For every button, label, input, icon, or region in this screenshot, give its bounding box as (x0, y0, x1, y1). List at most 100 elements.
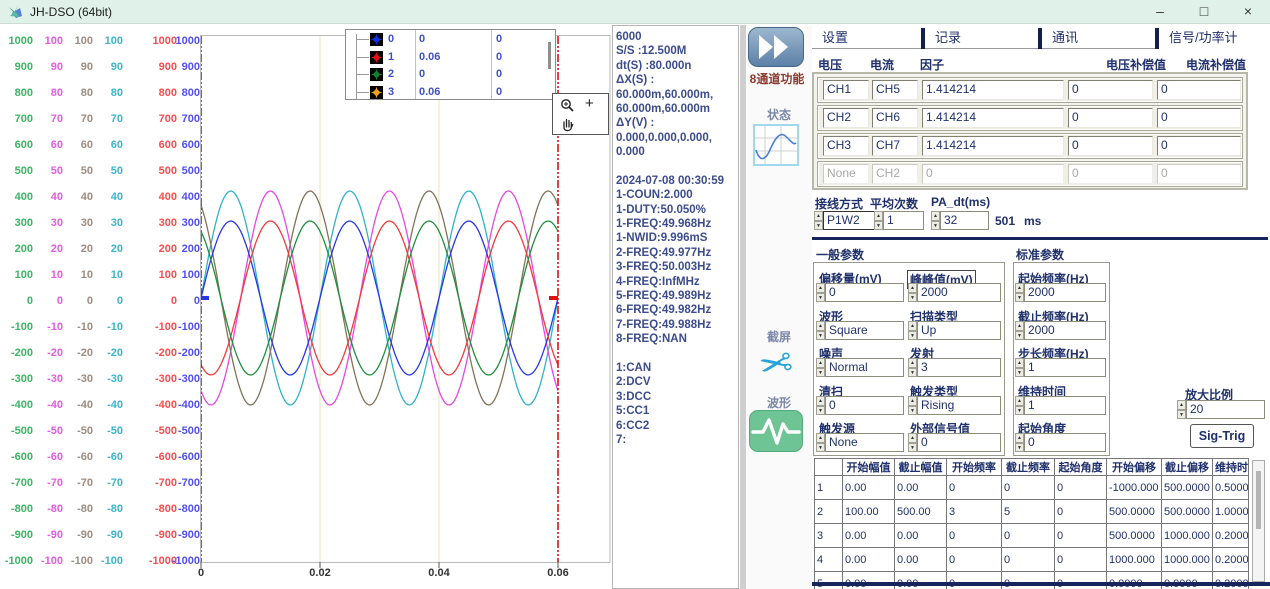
waveform-generator-icon[interactable] (749, 410, 803, 452)
current-channel-select[interactable]: CH7 (872, 136, 918, 156)
sweep-table-cell[interactable]: 1 (815, 476, 843, 500)
gen-param-spinner-2[interactable]: ▲▼Square (816, 321, 904, 340)
gen-param-spinner-1-arrows[interactable]: ▲▼ (908, 283, 917, 302)
gen-param-spinner-6-arrows[interactable]: ▲▼ (816, 396, 825, 415)
tab-1[interactable]: 设置 (812, 28, 921, 49)
pa-dt-spinner-value[interactable]: 32 (940, 211, 989, 230)
factor-field[interactable]: 0 (922, 164, 1064, 184)
voltage-comp-field[interactable]: 0 (1068, 108, 1153, 128)
gen-param-spinner-7-value[interactable]: Rising (917, 396, 1001, 415)
gen-param-spinner-7-arrows[interactable]: ▲▼ (908, 396, 917, 415)
sweep-table-cell[interactable]: 0 (1055, 476, 1107, 500)
cursor-legend[interactable]: 00010.06020030.0604 (345, 29, 556, 100)
sweep-table-cell[interactable]: 500.0000 (1107, 500, 1162, 524)
average-count-spinner-arrows[interactable]: ▲▼ (874, 211, 883, 230)
sweep-table-cell[interactable]: 0.5000 (1213, 476, 1249, 500)
sweep-table-cell[interactable]: 500.0000 (1162, 500, 1213, 524)
gen-param-spinner-8-value[interactable]: None (825, 433, 904, 452)
voltage-comp-field[interactable]: 0 (1068, 164, 1153, 184)
gen-param-spinner-9-arrows[interactable]: ▲▼ (908, 433, 917, 452)
std-param-spinner-2-arrows[interactable]: ▲▼ (1015, 358, 1024, 377)
gen-param-spinner-1-value[interactable]: 2000 (917, 283, 1001, 302)
std-param-spinner-4-arrows[interactable]: ▲▼ (1015, 433, 1024, 452)
pa-dt-spinner[interactable]: ▲▼32 (931, 211, 989, 230)
zoom-plus-icon[interactable]: + (585, 95, 594, 112)
tab-3[interactable]: 通讯 (1042, 28, 1155, 49)
tab-4[interactable]: 信号/功率计 (1159, 28, 1270, 49)
gen-param-spinner-0[interactable]: ▲▼0 (816, 283, 904, 302)
voltage-channel-select[interactable]: CH1 (823, 80, 869, 100)
gen-param-spinner-3-arrows[interactable]: ▲▼ (908, 321, 917, 340)
sweep-table-cell[interactable]: 0.00 (843, 548, 895, 572)
std-param-spinner-3-arrows[interactable]: ▲▼ (1015, 396, 1024, 415)
sweep-table-cell[interactable]: 3 (947, 500, 1002, 524)
current-comp-field[interactable]: 0 (1157, 164, 1241, 184)
table-scrollbar[interactable] (1252, 460, 1265, 582)
gen-param-spinner-4-arrows[interactable]: ▲▼ (816, 358, 825, 377)
sweep-table-cell[interactable]: 0.0000 (1107, 572, 1162, 589)
wiring-mode-spinner[interactable]: ▲▼P1W2 (814, 211, 876, 230)
sweep-table-cell[interactable]: 500.0000 (1162, 476, 1213, 500)
close-button[interactable]: × (1226, 0, 1270, 24)
sweep-table-cell[interactable]: 500.00 (895, 500, 947, 524)
voltage-channel-select[interactable]: CH3 (823, 136, 869, 156)
current-comp-field[interactable]: 0 (1157, 108, 1241, 128)
sweep-table-cell[interactable]: 0.00 (843, 572, 895, 589)
current-channel-select[interactable]: CH6 (872, 108, 918, 128)
current-channel-select[interactable]: CH2 (872, 164, 918, 184)
cursor-marker-icon[interactable] (370, 33, 383, 46)
current-comp-field[interactable]: 0 (1157, 80, 1241, 100)
average-count-spinner-value[interactable]: 1 (883, 211, 924, 230)
sweep-table-cell[interactable]: 0 (947, 524, 1002, 548)
sweep-table-cell[interactable]: 0.0000 (1162, 572, 1213, 589)
cursor-marker-icon[interactable] (370, 68, 383, 81)
gen-param-spinner-0-arrows[interactable]: ▲▼ (816, 283, 825, 302)
gen-param-spinner-9-value[interactable]: 0 (917, 433, 1001, 452)
sweep-table-cell[interactable]: 0.2000 (1213, 548, 1249, 572)
std-param-spinner-4[interactable]: ▲▼0 (1015, 433, 1106, 452)
fast-forward-button[interactable] (748, 27, 804, 67)
wiring-mode-spinner-value[interactable]: P1W2 (823, 211, 876, 230)
sweep-table-cell[interactable]: 0 (1002, 476, 1055, 500)
gen-param-spinner-4[interactable]: ▲▼Normal (816, 358, 904, 377)
current-channel-select[interactable]: CH5 (872, 80, 918, 100)
average-count-spinner[interactable]: ▲▼1 (874, 211, 924, 230)
zoom-scale-spinner-arrows[interactable]: ▲▼ (1177, 400, 1186, 419)
gen-param-spinner-8-arrows[interactable]: ▲▼ (816, 433, 825, 452)
wiring-mode-spinner-arrows[interactable]: ▲▼ (814, 211, 823, 230)
sweep-table-cell[interactable]: 1000.000 (1162, 524, 1213, 548)
sweep-table-cell[interactable]: 0.00 (895, 548, 947, 572)
zoom-scale-spinner-value[interactable]: 20 (1186, 400, 1265, 419)
sweep-table-cell[interactable]: 100.00 (843, 500, 895, 524)
gen-param-spinner-9[interactable]: ▲▼0 (908, 433, 1001, 452)
sweep-table-cell[interactable]: 3 (815, 524, 843, 548)
sweep-table-cell[interactable]: 0 (1055, 548, 1107, 572)
std-param-spinner-4-value[interactable]: 0 (1024, 433, 1106, 452)
pan-tool-icon[interactable] (559, 115, 577, 138)
sweep-table-cell[interactable]: 0 (1055, 524, 1107, 548)
sweep-table-cell[interactable]: 0 (1002, 524, 1055, 548)
sig-trig-button[interactable]: Sig-Trig (1190, 424, 1254, 448)
sweep-table-cell[interactable]: 0 (1055, 500, 1107, 524)
std-param-spinner-0[interactable]: ▲▼2000 (1015, 283, 1106, 302)
sweep-table-cell[interactable]: 5 (815, 572, 843, 589)
gen-param-spinner-2-value[interactable]: Square (825, 321, 904, 340)
sweep-table-cell[interactable]: 0 (1055, 572, 1107, 589)
gen-param-spinner-3[interactable]: ▲▼Up (908, 321, 1001, 340)
sweep-table-cell[interactable]: 1000.000 (1162, 548, 1213, 572)
cursor-marker-icon[interactable] (370, 51, 383, 64)
gen-param-spinner-4-value[interactable]: Normal (825, 358, 904, 377)
maximize-button[interactable]: □ (1182, 0, 1226, 24)
gen-param-spinner-6[interactable]: ▲▼0 (816, 396, 904, 415)
screenshot-scissors-icon[interactable]: ✂ (748, 338, 803, 392)
waveform-plot[interactable] (200, 35, 611, 569)
gen-param-spinner-5-value[interactable]: 3 (917, 358, 1001, 377)
std-param-spinner-1-value[interactable]: 2000 (1024, 321, 1106, 340)
std-param-spinner-2[interactable]: ▲▼1 (1015, 358, 1106, 377)
sweep-table-cell[interactable]: 0.00 (895, 572, 947, 589)
gen-param-spinner-3-value[interactable]: Up (917, 321, 1001, 340)
factor-field[interactable]: 1.414214 (922, 108, 1064, 128)
cursor-marker-icon[interactable] (370, 86, 383, 99)
sweep-table-cell[interactable]: 0.00 (843, 476, 895, 500)
gen-param-spinner-5-arrows[interactable]: ▲▼ (908, 358, 917, 377)
